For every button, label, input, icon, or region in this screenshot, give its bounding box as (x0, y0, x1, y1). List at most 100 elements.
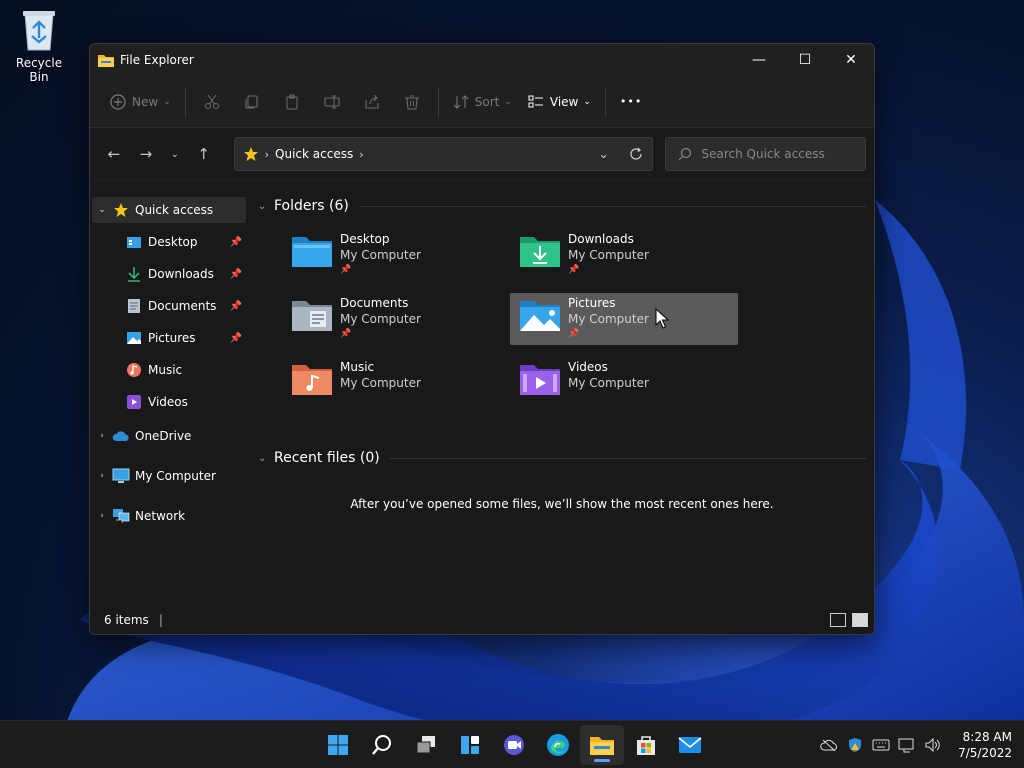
onedrive-offline-icon[interactable] (816, 721, 842, 768)
up-button[interactable]: ↑ (188, 138, 220, 170)
sidebar-item-label: Videos (148, 395, 188, 409)
sidebar-item-my-computer[interactable]: › My Computer (92, 463, 246, 489)
task-view-button[interactable] (404, 721, 448, 768)
folder-tile-videos[interactable]: Videos My Computer (510, 357, 738, 409)
copy-button[interactable] (232, 86, 272, 118)
title-bar[interactable]: File Explorer — ☐ ✕ (90, 44, 874, 76)
sidebar-item-label: My Computer (135, 469, 216, 483)
rename-button[interactable] (312, 86, 352, 118)
search-box[interactable] (664, 137, 866, 171)
security-shield-icon[interactable] (842, 721, 868, 768)
folder-location: My Computer (340, 376, 421, 390)
file-explorer-taskbar-button[interactable] (580, 725, 624, 765)
folder-tile-pictures[interactable]: Pictures My Computer 📌 (510, 293, 738, 345)
sort-button[interactable]: Sort ⌄ (445, 86, 520, 118)
sidebar-item-onedrive[interactable]: › OneDrive (92, 423, 246, 449)
folder-name: Pictures (568, 296, 616, 310)
sidebar-item-label: Network (135, 509, 186, 523)
sidebar-item-music[interactable]: Music (92, 357, 246, 383)
clock-time: 8:28 AM (962, 730, 1012, 744)
divider (604, 86, 606, 117)
store-button[interactable] (624, 721, 668, 768)
address-history-button[interactable]: ⌄ (588, 138, 620, 170)
pin-icon: 📌 (340, 329, 352, 339)
pin-icon: 📌 (568, 265, 580, 275)
keyboard-icon[interactable] (868, 721, 894, 768)
delete-icon (404, 95, 419, 109)
recent-files-empty-message: After you’ve opened some files, we’ll sh… (350, 497, 774, 511)
chevron-down-icon[interactable]: ⌄ (92, 205, 112, 215)
paste-button[interactable] (272, 86, 312, 118)
sidebar-item-videos[interactable]: Videos (92, 389, 246, 415)
desktop-folder-icon (292, 237, 332, 267)
chat-button[interactable] (492, 721, 536, 768)
edge-button[interactable] (536, 721, 580, 768)
widgets-button[interactable] (448, 721, 492, 768)
see-more-button[interactable]: ••• (612, 86, 650, 118)
recent-files-group-header[interactable]: ⌄ Recent files (0) (258, 445, 866, 471)
search-input[interactable] (701, 147, 852, 161)
desktop-folder-icon (125, 233, 143, 251)
mail-button[interactable] (668, 721, 712, 768)
clock[interactable]: 8:28 AM 7/5/2022 (958, 729, 1012, 761)
sidebar-item-documents[interactable]: Documents 📌 (92, 293, 246, 319)
maximize-button[interactable]: ☐ (782, 44, 828, 76)
sidebar-item-desktop[interactable]: Desktop 📌 (92, 229, 246, 255)
task-view-icon (416, 736, 435, 754)
pin-icon: 📌 (340, 265, 352, 275)
store-icon (637, 736, 655, 755)
volume-icon[interactable] (920, 721, 946, 768)
items-count: 6 items (104, 613, 149, 627)
tiles-view-icon[interactable] (852, 613, 868, 627)
chevron-down-icon: ⌄ (598, 147, 609, 161)
pin-icon: 📌 (229, 300, 242, 312)
folder-name: Desktop (340, 232, 390, 246)
mail-icon (678, 737, 702, 753)
videos-folder-icon (520, 365, 560, 395)
refresh-icon (629, 147, 642, 160)
share-button[interactable] (352, 86, 392, 118)
folder-location: My Computer (340, 312, 421, 326)
sidebar-item-quick-access[interactable]: ⌄ Quick access (92, 197, 246, 223)
sidebar-item-downloads[interactable]: Downloads 📌 (92, 261, 246, 287)
chevron-right-icon[interactable]: › (92, 511, 112, 521)
breadcrumb-quick-access[interactable]: Quick access (275, 147, 353, 161)
recycle-bin-shortcut[interactable]: Recycle Bin (6, 8, 72, 84)
edge-icon (547, 734, 569, 756)
refresh-button[interactable] (620, 138, 652, 170)
folder-name: Videos (568, 360, 608, 374)
delete-button[interactable] (392, 86, 432, 118)
star-icon (112, 201, 130, 219)
folder-tile-desktop[interactable]: Desktop My Computer 📌 (282, 229, 510, 281)
back-button[interactable]: ← (98, 138, 130, 170)
network-status-icon[interactable] (894, 721, 920, 768)
minimize-button[interactable]: — (736, 44, 782, 76)
view-button[interactable]: View ⌄ (520, 86, 599, 118)
navigation-bar: ← → ⌄ ↑ › Quick access › ⌄ (90, 128, 874, 180)
pin-icon: 📌 (568, 329, 580, 339)
start-button[interactable] (316, 721, 360, 768)
cut-button[interactable] (192, 86, 232, 118)
file-explorer-icon (98, 55, 114, 67)
close-button[interactable]: ✕ (828, 44, 874, 76)
taskbar: 8:28 AM 7/5/2022 (0, 720, 1024, 768)
breadcrumb-chevron-icon[interactable]: › (359, 148, 363, 161)
taskbar-search-button[interactable] (360, 721, 404, 768)
sidebar-item-network[interactable]: › Network (92, 503, 246, 529)
folders-group-header[interactable]: ⌄ Folders (6) (258, 193, 866, 219)
folder-tile-documents[interactable]: Documents My Computer 📌 (282, 293, 510, 345)
divider (389, 457, 866, 459)
new-button[interactable]: New ⌄ (102, 86, 179, 118)
onedrive-icon (112, 427, 130, 445)
folder-tile-music[interactable]: Music My Computer (282, 357, 510, 409)
chevron-right-icon[interactable]: › (92, 431, 112, 441)
sidebar-item-pictures[interactable]: Pictures 📌 (92, 325, 246, 351)
details-view-icon[interactable] (830, 613, 846, 627)
chevron-right-icon[interactable]: › (92, 471, 112, 481)
forward-button[interactable]: → (130, 138, 162, 170)
folder-location: My Computer (568, 248, 649, 262)
address-bar[interactable]: › Quick access › ⌄ (233, 137, 653, 171)
recent-locations-button[interactable]: ⌄ (162, 138, 188, 170)
folder-tile-downloads[interactable]: Downloads My Computer 📌 (510, 229, 738, 281)
network-icon (112, 507, 130, 525)
